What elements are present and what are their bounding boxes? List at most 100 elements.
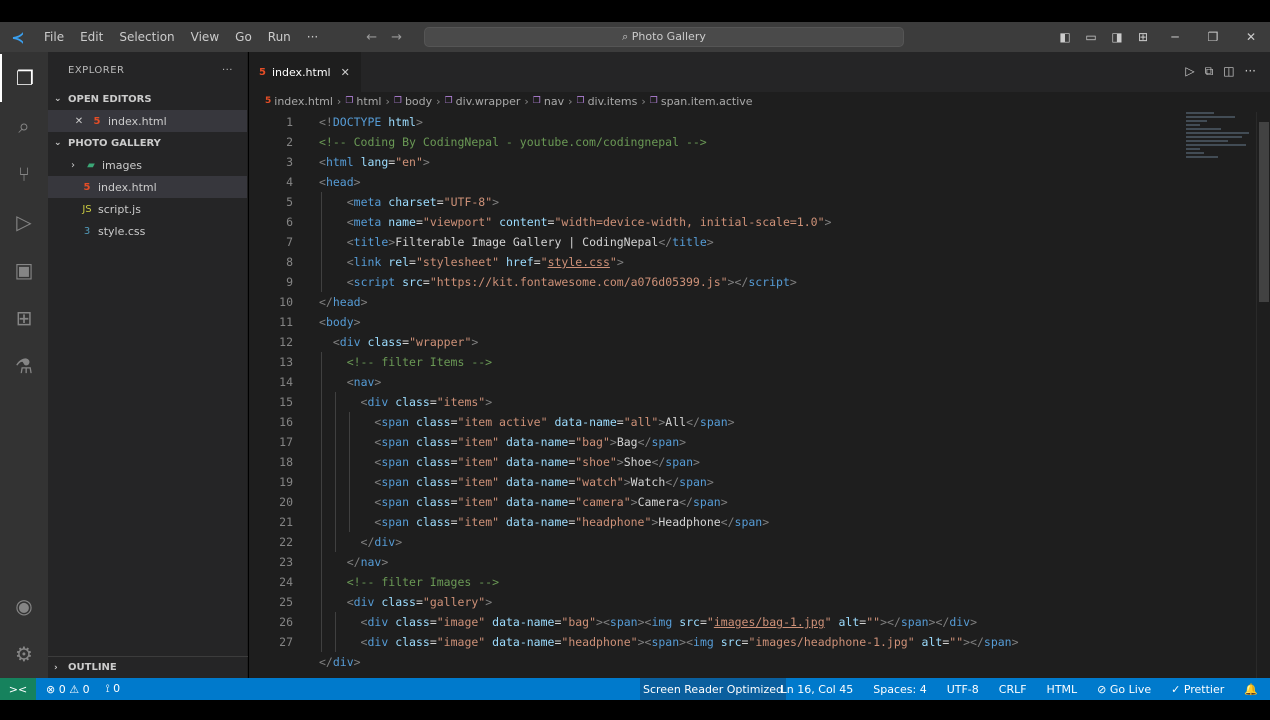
- code-line[interactable]: 16 <span class="item active" data-name="…: [249, 412, 1179, 432]
- code-line[interactable]: 24 <!-- filter Images -->: [249, 572, 1179, 592]
- code-line[interactable]: 18 <span class="item" data-name="shoe">S…: [249, 452, 1179, 472]
- notifications-bell-icon[interactable]: 🔔: [1244, 683, 1258, 696]
- menu-file[interactable]: File: [36, 22, 72, 52]
- menu-edit[interactable]: Edit: [72, 22, 111, 52]
- files-icon[interactable]: ❐: [0, 54, 48, 102]
- letterbox-bottom: [0, 700, 1270, 720]
- code-line[interactable]: 12 <div class="wrapper">: [249, 332, 1179, 352]
- extensions-icon[interactable]: ⊞: [0, 294, 48, 342]
- forward-arrow-icon[interactable]: →: [391, 30, 402, 45]
- code-line[interactable]: 5 <meta charset="UTF-8">: [249, 192, 1179, 212]
- code-line[interactable]: 17 <span class="item" data-name="bag">Ba…: [249, 432, 1179, 452]
- problems-indicator[interactable]: ⊗ 0 ⚠ 0: [46, 683, 90, 696]
- code-line[interactable]: 6 <meta name="viewport" content="width=d…: [249, 212, 1179, 232]
- code-line[interactable]: 21 <span class="item" data-name="headpho…: [249, 512, 1179, 532]
- code-token: </: [346, 555, 361, 569]
- remote-indicator[interactable]: ><: [0, 678, 36, 700]
- menu-selection[interactable]: Selection: [111, 22, 182, 52]
- code-line[interactable]: 27 <div class="image" data-name="headpho…: [249, 632, 1179, 652]
- code-line[interactable]: 22 </div>: [249, 532, 1179, 552]
- line-number: 7: [286, 235, 293, 249]
- testing-icon[interactable]: ⚗: [0, 342, 48, 390]
- encoding[interactable]: UTF-8: [947, 683, 979, 696]
- breadcrumb-item[interactable]: body: [405, 95, 432, 108]
- cursor-position[interactable]: Ln 16, Col 45: [781, 683, 854, 696]
- tree-item-style-css[interactable]: 3 style.css: [48, 220, 247, 242]
- vertical-scrollbar[interactable]: [1256, 112, 1270, 678]
- go-live-button[interactable]: ⊘ Go Live: [1097, 683, 1151, 696]
- code-line[interactable]: 2 <!-- Coding By CodingNepal - youtube.co…: [249, 132, 1179, 152]
- code-line[interactable]: 9 <script src="https://kit.fontawesome.c…: [249, 272, 1179, 292]
- breadcrumb-item[interactable]: div.wrapper: [456, 95, 521, 108]
- menu-view[interactable]: View: [183, 22, 227, 52]
- screen-reader-badge[interactable]: Screen Reader Optimized: [640, 678, 786, 700]
- minimize-icon[interactable]: ─: [1156, 30, 1194, 44]
- code-line[interactable]: 10 </head>: [249, 292, 1179, 312]
- code-line[interactable]: 11 <body>: [249, 312, 1179, 332]
- code-line[interactable]: 23 </nav>: [249, 552, 1179, 572]
- tab-index-html[interactable]: 5 index.html ✕: [249, 52, 361, 92]
- open-editor-index-html[interactable]: ✕ 5 index.html: [48, 110, 247, 132]
- code-line[interactable]: 14 <nav>: [249, 372, 1179, 392]
- more-actions-icon[interactable]: ···: [1245, 64, 1256, 79]
- command-center[interactable]: ⌕ Photo Gallery: [424, 27, 904, 47]
- search-icon[interactable]: ⌕: [0, 102, 48, 150]
- more-actions-icon[interactable]: ···: [222, 65, 233, 76]
- back-arrow-icon[interactable]: ←: [366, 30, 377, 45]
- run-icon[interactable]: ▷: [1185, 64, 1194, 79]
- minimap[interactable]: [1186, 112, 1256, 192]
- code-token: </: [360, 535, 375, 549]
- remote-explorer-icon[interactable]: ▣: [0, 246, 48, 294]
- tree-item-script-js[interactable]: JS script.js: [48, 198, 247, 220]
- code-line[interactable]: 15 <div class="items">: [249, 392, 1179, 412]
- code-line[interactable]: 3 <html lang="en">: [249, 152, 1179, 172]
- prettier-status[interactable]: ✓ Prettier: [1171, 683, 1224, 696]
- tree-item-images[interactable]: › ▰ images: [48, 154, 247, 176]
- code-line[interactable]: 20 <span class="item" data-name="camera"…: [249, 492, 1179, 512]
- toggle-panel-icon[interactable]: ▭: [1078, 30, 1104, 44]
- code-line[interactable]: 26 <div class="image" data-name="bag"><s…: [249, 612, 1179, 632]
- menu-more[interactable]: ···: [299, 22, 326, 52]
- breadcrumb-item[interactable]: index.html: [274, 95, 333, 108]
- menu-run[interactable]: Run: [260, 22, 299, 52]
- end-of-line[interactable]: CRLF: [999, 683, 1027, 696]
- restore-icon[interactable]: ❐: [1194, 30, 1232, 44]
- code-line[interactable]: 13 <!-- filter Items -->: [249, 352, 1179, 372]
- code-token: nav: [360, 555, 382, 569]
- folder-header[interactable]: ⌄ PHOTO GALLERY: [48, 132, 247, 154]
- toggle-sidebar-icon[interactable]: ◧: [1052, 30, 1078, 44]
- code-line[interactable]: 25 <div class="gallery">: [249, 592, 1179, 612]
- code-editor[interactable]: 1 <!DOCTYPE html> 2 <!-- Coding By CodingNe…: [249, 112, 1179, 678]
- code-line[interactable]: 7 <title>Filterable Image Gallery | Codi…: [249, 232, 1179, 252]
- code-token: "shoe": [575, 455, 617, 469]
- open-preview-icon[interactable]: ⧉: [1205, 64, 1214, 79]
- outline-header[interactable]: › OUTLINE: [48, 656, 248, 678]
- code-line[interactable]: </div>: [249, 652, 1179, 672]
- customize-layout-icon[interactable]: ⊞: [1130, 30, 1156, 44]
- close-tab-icon[interactable]: ✕: [341, 66, 350, 79]
- breadcrumb-item[interactable]: html: [356, 95, 381, 108]
- split-editor-icon[interactable]: ◫: [1223, 64, 1234, 79]
- menu-go[interactable]: Go: [227, 22, 260, 52]
- close-icon[interactable]: ✕: [72, 116, 86, 127]
- account-icon[interactable]: ◉: [0, 582, 48, 630]
- tree-item-index-html[interactable]: 5 index.html: [48, 176, 247, 198]
- breadcrumb-item[interactable]: span.item.active: [661, 95, 753, 108]
- ports-indicator[interactable]: ⟟ 0: [106, 682, 121, 696]
- breadcrumb-item[interactable]: nav: [544, 95, 564, 108]
- source-control-icon[interactable]: ⑂: [0, 150, 48, 198]
- language-mode[interactable]: HTML: [1047, 683, 1078, 696]
- code-line[interactable]: 1 <!DOCTYPE html>: [249, 112, 1179, 132]
- close-window-icon[interactable]: ✕: [1232, 30, 1270, 44]
- open-editors-header[interactable]: ⌄ OPEN EDITORS: [48, 88, 247, 110]
- breadcrumb-item[interactable]: div.items: [588, 95, 638, 108]
- code-line[interactable]: 4 <head>: [249, 172, 1179, 192]
- code-line[interactable]: 19 <span class="item" data-name="watch">…: [249, 472, 1179, 492]
- line-number: 2: [286, 135, 293, 149]
- scrollbar-thumb[interactable]: [1259, 122, 1269, 302]
- settings-gear-icon[interactable]: ⚙: [0, 630, 48, 678]
- toggle-secondary-sidebar-icon[interactable]: ◨: [1104, 30, 1130, 44]
- run-debug-icon[interactable]: ▷: [0, 198, 48, 246]
- indentation[interactable]: Spaces: 4: [873, 683, 926, 696]
- code-line[interactable]: 8 <link rel="stylesheet" href="style.css…: [249, 252, 1179, 272]
